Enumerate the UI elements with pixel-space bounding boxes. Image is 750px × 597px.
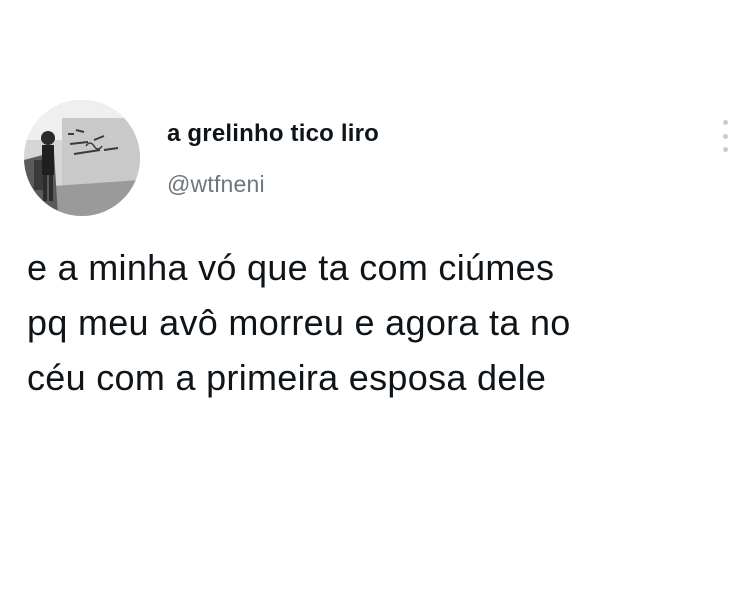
tweet-text: e a minha vó que ta com ciúmes pq meu av… xyxy=(27,240,727,405)
dot xyxy=(722,120,728,125)
tweet-text-line: pq meu avô morreu e agora ta no xyxy=(27,302,571,343)
profile-photo-icon xyxy=(24,100,140,216)
tweet-text-line: e a minha vó que ta com ciúmes xyxy=(27,247,555,288)
tweet-text-line: céu com a primeira esposa dele xyxy=(27,357,547,398)
avatar[interactable] xyxy=(24,100,140,216)
author-display-name[interactable]: a grelinho tico liro xyxy=(167,119,379,149)
more-vertical-icon[interactable] xyxy=(717,120,733,152)
dot xyxy=(722,147,728,152)
tweet-card: a grelinho tico liro @wtfneni e a minha … xyxy=(0,0,750,597)
dot xyxy=(722,133,728,139)
author-handle[interactable]: @wtfneni xyxy=(167,170,265,198)
